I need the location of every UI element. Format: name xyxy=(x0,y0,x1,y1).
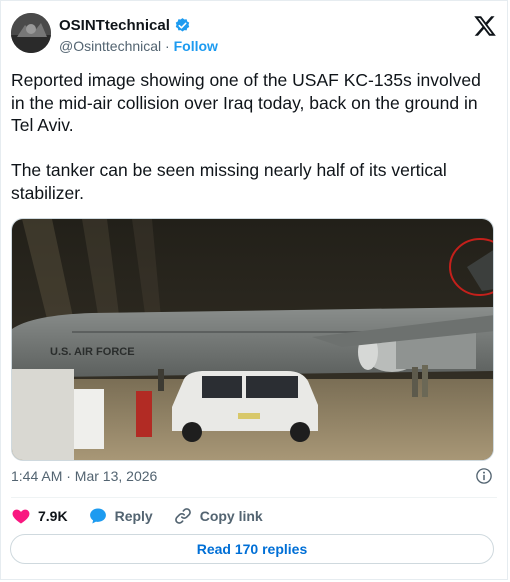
action-bar: 7.9K Reply Copy link xyxy=(11,506,283,526)
tweet-timestamp[interactable]: 1:44 AM · Mar 13, 2026 xyxy=(11,468,157,484)
separator-dot: · xyxy=(165,38,170,54)
info-icon[interactable] xyxy=(475,467,493,485)
x-logo-icon[interactable] xyxy=(473,14,497,38)
aircraft-marking: U.S. AIR FORCE xyxy=(50,346,135,358)
avatar[interactable] xyxy=(11,13,51,53)
heart-icon xyxy=(12,509,30,524)
divider xyxy=(11,497,497,498)
author-handle[interactable]: @Osinttechnical xyxy=(59,38,161,54)
tweet-header: OSINTtechnical @Osinttechnical · Follow xyxy=(11,11,497,59)
author-name[interactable]: OSINTtechnical xyxy=(59,17,170,34)
link-icon xyxy=(174,508,191,524)
follow-button[interactable]: Follow xyxy=(174,38,218,54)
copy-link-button[interactable]: Copy link xyxy=(173,506,263,526)
reply-label: Reply xyxy=(114,508,153,524)
reply-button[interactable]: Reply xyxy=(88,506,153,526)
like-button[interactable]: 7.9K xyxy=(11,506,68,526)
tweet-card: OSINTtechnical @Osinttechnical · Follow … xyxy=(0,0,508,580)
read-replies-button[interactable]: Read 170 replies xyxy=(10,534,494,564)
photo-kc135-tanker: U.S. AIR FORCE xyxy=(12,219,493,460)
like-count: 7.9K xyxy=(38,508,68,524)
reply-icon xyxy=(89,508,106,524)
handle-line: @Osinttechnical · Follow xyxy=(59,38,218,54)
name-line: OSINTtechnical xyxy=(59,17,191,34)
avatar-image xyxy=(11,13,51,53)
copy-link-label: Copy link xyxy=(199,508,263,524)
tweet-text: Reported image showing one of the USAF K… xyxy=(11,70,481,203)
verified-badge-icon xyxy=(175,18,190,32)
tweet-photo[interactable]: U.S. AIR FORCE xyxy=(11,218,494,461)
